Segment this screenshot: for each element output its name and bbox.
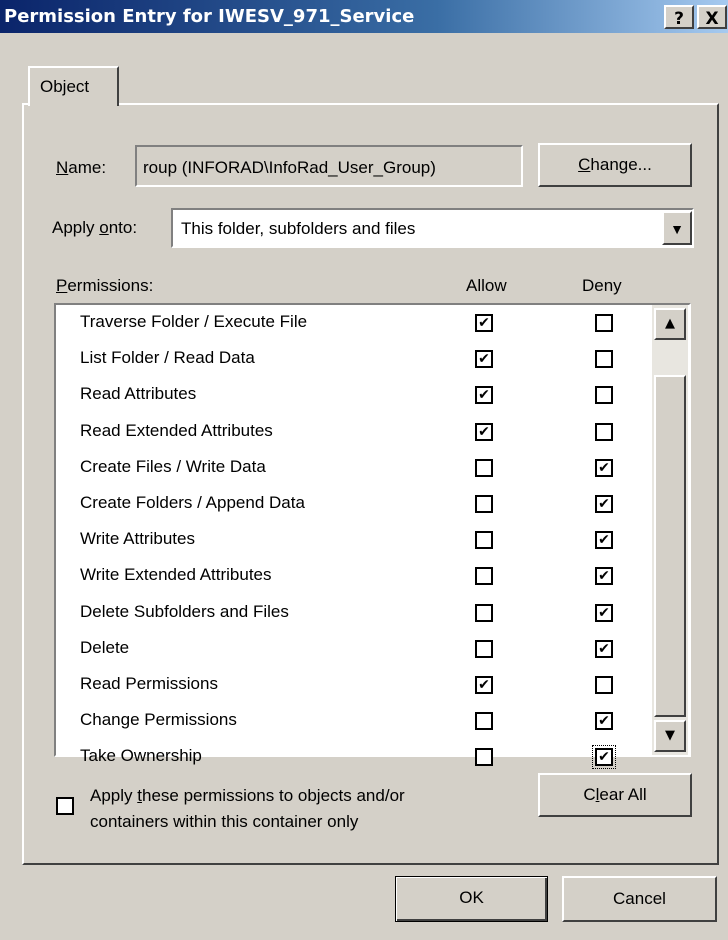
allow-checkbox[interactable] (475, 640, 493, 658)
permission-row: List Folder / Read Data ✔ (60, 346, 650, 376)
apply-only-label-line2: containers within this container only (90, 812, 359, 831)
chevron-down-icon[interactable]: ▼ (662, 211, 692, 245)
deny-checkbox[interactable]: ✔ (595, 567, 613, 585)
permissions-label: Permissions: (56, 276, 154, 295)
permission-name: Traverse Folder / Execute File (80, 312, 308, 331)
deny-checkbox[interactable] (595, 386, 613, 404)
deny-checkbox[interactable] (595, 350, 613, 368)
permission-row: Delete ✔ (60, 636, 650, 666)
permission-row: Change Permissions ✔ (60, 708, 650, 738)
apply-only-label-line1: Apply these permissions to objects and/o… (90, 786, 405, 805)
allow-checkbox[interactable] (475, 712, 493, 730)
allow-checkbox[interactable] (475, 459, 493, 477)
permission-name: Read Extended Attributes (80, 421, 273, 440)
name-field: roup (INFORAD\InfoRad_User_Group) (135, 145, 523, 187)
permission-row: Create Files / Write Data ✔ (60, 455, 650, 485)
scrollbar-thumb[interactable] (654, 375, 686, 717)
permission-name: Create Folders / Append Data (80, 493, 305, 512)
window-title: Permission Entry for IWESV_971_Service (4, 6, 415, 27)
permission-row: Write Attributes ✔ (60, 527, 650, 557)
allow-header: Allow (466, 276, 507, 295)
permission-name: Create Files / Write Data (80, 457, 266, 476)
permission-name: List Folder / Read Data (80, 348, 255, 367)
apply-onto-value: This folder, subfolders and files (181, 219, 416, 238)
permission-name: Read Attributes (80, 384, 197, 403)
clear-all-button[interactable]: Clear All (538, 773, 692, 817)
permissions-scrollbar[interactable]: ▲ ▼ (652, 305, 688, 755)
cancel-button[interactable]: Cancel (562, 876, 717, 922)
allow-checkbox[interactable]: ✔ (475, 423, 493, 441)
permission-row: Read Attributes ✔ (60, 382, 650, 412)
apply-onto-label: Apply onto: (52, 218, 138, 237)
permission-name: Delete (80, 638, 130, 657)
apply-onto-select[interactable]: This folder, subfolders and files ▼ (171, 208, 694, 248)
permission-row: Write Extended Attributes ✔ (60, 563, 650, 593)
permission-row: Create Folders / Append Data ✔ (60, 491, 650, 521)
permission-row: Take Ownership ✔ (60, 744, 650, 774)
close-button[interactable]: X (697, 5, 727, 29)
help-button[interactable]: ? (664, 5, 694, 29)
scroll-up-icon[interactable]: ▲ (654, 308, 686, 340)
title-bar[interactable]: Permission Entry for IWESV_971_Service ?… (0, 0, 728, 33)
deny-checkbox[interactable]: ✔ (595, 640, 613, 658)
allow-checkbox[interactable] (475, 495, 493, 513)
deny-checkbox[interactable]: ✔ (595, 459, 613, 477)
deny-checkbox[interactable] (595, 314, 613, 332)
allow-checkbox[interactable] (475, 604, 493, 622)
deny-checkbox[interactable]: ✔ (595, 712, 613, 730)
deny-checkbox[interactable]: ✔ (595, 495, 613, 513)
tab-object-label: Object (40, 77, 90, 96)
permission-row: Traverse Folder / Execute File ✔ (60, 310, 650, 340)
permission-name: Delete Subfolders and Files (80, 602, 289, 621)
deny-checkbox[interactable]: ✔ (592, 745, 616, 769)
allow-checkbox[interactable]: ✔ (475, 314, 493, 332)
deny-checkbox[interactable]: ✔ (595, 604, 613, 622)
deny-checkbox[interactable] (595, 423, 613, 441)
deny-checkbox[interactable]: ✔ (595, 531, 613, 549)
scroll-down-icon[interactable]: ▼ (654, 720, 686, 752)
allow-checkbox[interactable]: ✔ (475, 386, 493, 404)
name-label: Name: (56, 158, 107, 177)
allow-checkbox[interactable]: ✔ (475, 676, 493, 694)
allow-checkbox[interactable]: ✔ (475, 350, 493, 368)
permission-row: Read Extended Attributes ✔ (60, 419, 650, 449)
allow-checkbox[interactable] (475, 567, 493, 585)
permission-name: Take Ownership (80, 746, 202, 765)
permission-name: Write Extended Attributes (80, 565, 272, 584)
deny-header: Deny (582, 276, 622, 295)
allow-checkbox[interactable] (475, 531, 493, 549)
ok-button[interactable]: OK (395, 876, 548, 922)
permission-name: Write Attributes (80, 529, 195, 548)
allow-checkbox[interactable] (475, 748, 493, 766)
apply-only-checkbox[interactable] (56, 797, 74, 815)
permission-name: Read Permissions (80, 674, 218, 693)
permission-row: Delete Subfolders and Files ✔ (60, 600, 650, 630)
permission-row: Read Permissions ✔ (60, 672, 650, 702)
name-value: roup (INFORAD\InfoRad_User_Group) (143, 158, 436, 177)
tab-object[interactable]: Object (28, 66, 119, 106)
deny-checkbox[interactable] (595, 676, 613, 694)
change-button[interactable]: Change... (538, 143, 692, 187)
permission-name: Change Permissions (80, 710, 237, 729)
